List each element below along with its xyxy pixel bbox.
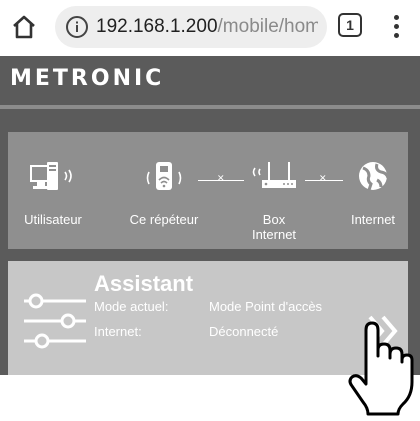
header-divider — [0, 105, 420, 109]
device-label: Box Internet — [251, 212, 297, 242]
repeater-icon — [146, 162, 182, 190]
url-text: 192.168.1.200/mobile/home_n — [96, 16, 318, 38]
metronic-logo: METRONIC — [10, 66, 165, 91]
device-repeteur: Ce répéteur — [116, 158, 212, 227]
url-host: 192.168.1.200 — [96, 16, 218, 37]
info-icon[interactable] — [55, 15, 89, 39]
address-bar[interactable]: 192.168.1.200/mobile/home_n — [55, 6, 327, 48]
home-icon — [13, 15, 35, 39]
device-box-internet: Box Internet — [226, 158, 322, 242]
disconnected-mark: ✕ — [319, 173, 327, 183]
internet-value: Déconnecté — [209, 324, 279, 339]
computer-icon — [30, 162, 72, 190]
disconnected-mark: ✕ — [217, 173, 225, 183]
device-label: Utilisateur — [24, 212, 82, 227]
pointing-hand-icon — [348, 321, 414, 416]
tabs-button[interactable]: 1 — [338, 13, 362, 37]
browser-toolbar: 192.168.1.200/mobile/home_n 1 — [0, 0, 420, 56]
device-internet: Internet — [338, 158, 408, 227]
mode-label: Mode actuel: — [94, 299, 169, 314]
mode-value: Mode Point d'accès — [209, 299, 323, 314]
home-button[interactable] — [4, 6, 44, 48]
device-label: Ce répéteur — [129, 212, 199, 227]
device-utilisateur: Utilisateur — [8, 158, 98, 227]
globe-icon — [359, 162, 390, 191]
device-label: Internet — [350, 212, 396, 227]
connection-status-card: Utilisateur Ce répéteur ✕ Box Internet ✕… — [8, 132, 408, 249]
sliders-icon — [24, 293, 86, 349]
assistant-title: Assistant — [94, 271, 194, 296]
router-icon — [252, 162, 296, 188]
vertical-dots-icon[interactable] — [384, 10, 408, 42]
url-path: /mobile/home_n — [217, 16, 318, 37]
internet-label: Internet: — [94, 324, 142, 339]
